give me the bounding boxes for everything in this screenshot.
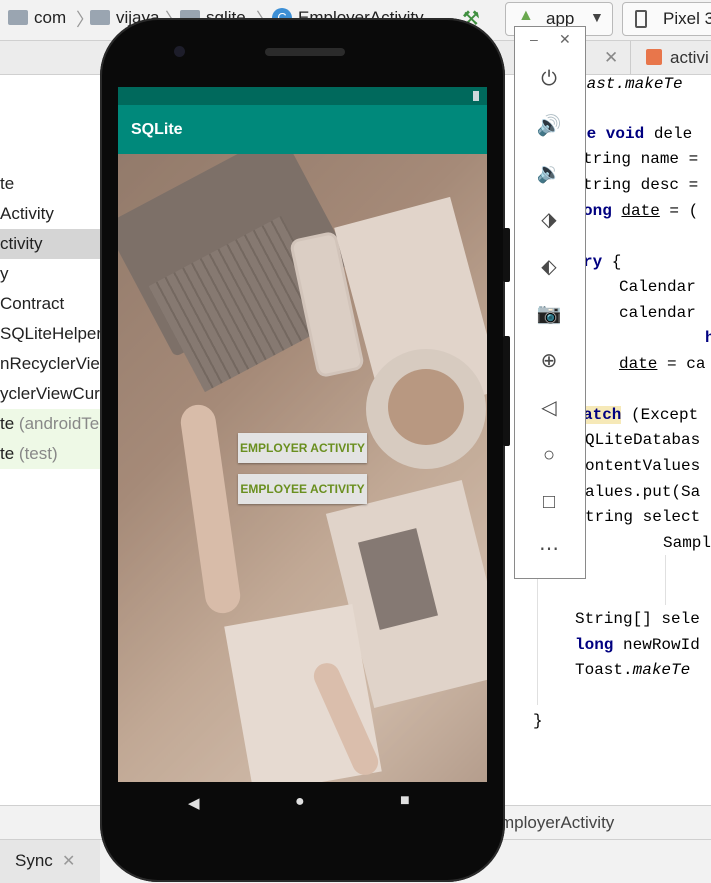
minimize-icon[interactable]: – — [530, 31, 538, 47]
home-icon[interactable]: ○ — [536, 442, 562, 468]
tab-sync[interactable]: Sync ✕ — [0, 840, 100, 883]
tree-item[interactable]: yclerViewCur — [0, 379, 100, 409]
tree-item[interactable]: y — [0, 259, 100, 289]
code-line: ry { — [583, 253, 622, 271]
back-nav-icon[interactable]: ◀ — [188, 794, 200, 812]
tree-item[interactable]: nRecyclerView — [0, 349, 100, 379]
android-icon: ▲ — [518, 7, 534, 24]
code-line: date = ca — [619, 355, 706, 373]
code-line: long newRowId — [575, 636, 700, 654]
camera-icon[interactable]: 📷 — [536, 301, 562, 327]
device-label: Pixel 3 — [663, 9, 711, 28]
code-line: alues.put(Sa — [585, 483, 701, 501]
app-toolbar: SQLite — [118, 105, 487, 154]
code-line: Sampl — [663, 534, 711, 552]
zoom-icon[interactable]: ⊕ — [536, 348, 562, 374]
phone-volume-button[interactable] — [503, 336, 510, 446]
employee-activity-button[interactable]: EMPLOYEE ACTIVITY — [238, 474, 367, 504]
indent-guide — [665, 555, 666, 605]
rotate-right-icon[interactable]: ⬖ — [536, 254, 562, 280]
tree-item[interactable]: SQLiteHelper — [0, 319, 100, 349]
background-image: EMPLOYER ACTIVITY EMPLOYEE ACTIVITY — [118, 154, 487, 782]
code-line: te void dele — [577, 125, 693, 143]
app-title: SQLite — [131, 121, 183, 138]
tree-item[interactable]: te — [0, 169, 100, 199]
front-camera — [174, 46, 185, 57]
code-line: Toast.makeTe — [575, 661, 691, 679]
tree-item-selected[interactable]: ctivity — [0, 229, 100, 259]
xml-file-icon — [646, 49, 662, 65]
phone-icon — [635, 10, 647, 28]
device-dropdown[interactable]: Pixel 3 — [622, 2, 711, 36]
editor-breadcrumb[interactable]: mployerActivity — [500, 813, 614, 833]
battery-icon — [473, 91, 479, 101]
code-line: tring select — [585, 508, 701, 526]
more-icon[interactable]: ⋯ — [536, 536, 562, 562]
folder-icon — [90, 10, 110, 25]
close-icon[interactable]: ✕ — [62, 851, 75, 871]
code-line: calendar — [619, 304, 696, 322]
tree-item[interactable]: Activity — [0, 199, 100, 229]
code-line: h — [705, 329, 711, 347]
code-line: atch (Except — [583, 406, 699, 424]
rotate-left-icon[interactable]: ⬗ — [536, 207, 562, 233]
power-icon[interactable]: ⏻ — [536, 66, 562, 92]
code-line: ontentValues — [585, 457, 701, 475]
sync-label: Sync — [15, 851, 53, 870]
code-line: oast.makeTe — [577, 75, 683, 93]
code-line: } — [533, 712, 543, 730]
breadcrumb-com[interactable]: com — [34, 8, 66, 28]
volume-up-icon[interactable]: 🔊 — [536, 113, 562, 139]
tree-item-android-test[interactable]: te (androidTe — [0, 409, 100, 439]
tab-activity-xml[interactable]: activi — [640, 41, 711, 74]
back-icon[interactable]: ◁ — [536, 395, 562, 421]
status-bar — [118, 87, 487, 105]
overview-icon[interactable]: □ — [536, 489, 562, 515]
overview-nav-icon[interactable]: ■ — [400, 792, 410, 810]
folder-icon — [8, 10, 28, 25]
close-icon[interactable]: ✕ — [559, 31, 571, 48]
code-line: String[] sele — [575, 610, 700, 628]
image-overlay — [118, 154, 487, 782]
code-line: QLiteDatabas — [585, 431, 701, 449]
phone-side-button[interactable] — [503, 228, 510, 282]
code-line: ong date = ( — [583, 202, 699, 220]
tree-item-unit-test[interactable]: te (test) — [0, 439, 100, 469]
tree-item[interactable]: Contract — [0, 289, 100, 319]
home-nav-icon[interactable]: ● — [295, 793, 305, 811]
employer-activity-button[interactable]: EMPLOYER ACTIVITY — [238, 433, 367, 463]
code-line: tring name = — [583, 150, 699, 168]
code-line: tring desc = — [583, 176, 699, 194]
project-tree: te Activity ctivity y Contract SQLiteHel… — [0, 75, 100, 815]
code-line: Calendar — [619, 278, 696, 296]
volume-down-icon[interactable]: 🔉 — [536, 160, 562, 186]
close-icon[interactable]: ✕ — [604, 41, 618, 74]
emulator-toolbar: – ✕ ⏻ 🔊 🔉 ⬗ ⬖ 📷 ⊕ ◁ ○ □ ⋯ — [514, 26, 586, 579]
chevron-down-icon: ▼ — [590, 9, 604, 25]
phone-speaker — [265, 48, 345, 56]
system-nav-bar: ◀ ● ■ — [118, 782, 487, 826]
device-screen[interactable]: SQLite EMPLOYER ACTIVITY EMPLOYEE ACTIVI… — [118, 87, 487, 782]
tab-label: activi — [670, 48, 709, 67]
